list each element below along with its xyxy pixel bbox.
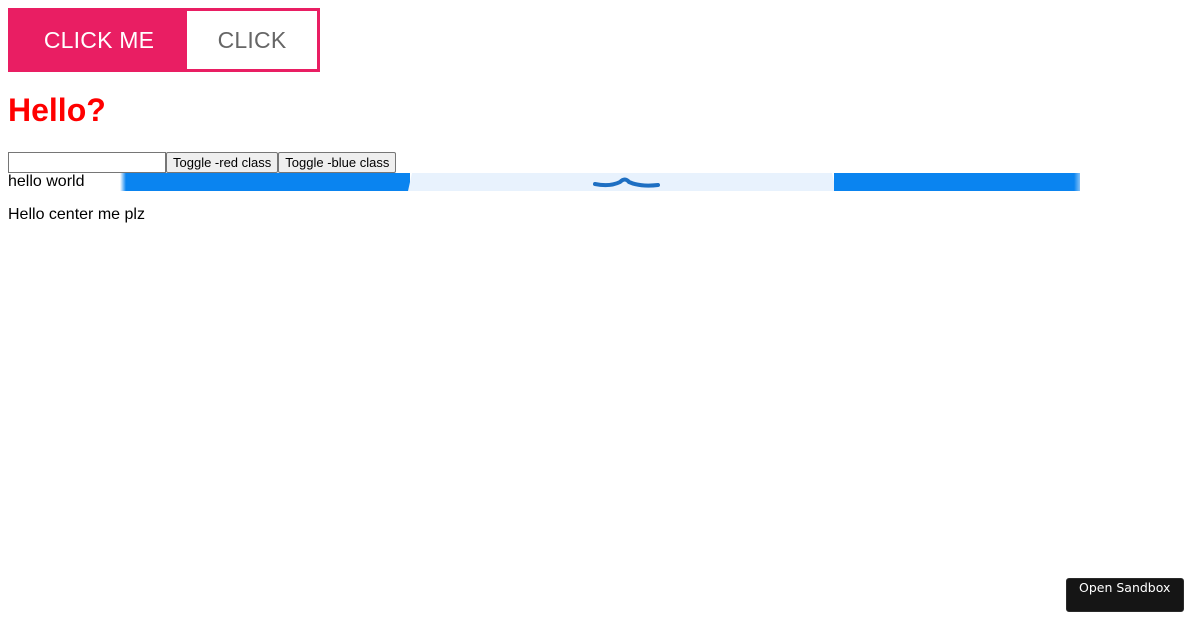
page-heading: Hello? — [8, 92, 106, 128]
button-group: CLICK ME CLICK — [8, 8, 320, 72]
open-sandbox-button[interactable]: Open Sandbox — [1066, 578, 1184, 612]
text-input[interactable] — [8, 152, 166, 173]
center-text: Hello center me plz — [8, 206, 145, 223]
banner-graphic — [120, 173, 1086, 191]
toggle-blue-class-button[interactable]: Toggle -blue class — [278, 152, 397, 173]
banner-blue-left — [120, 173, 410, 191]
controls-row: Toggle -red class Toggle -blue class — [8, 152, 397, 173]
banner-blue-right — [834, 173, 1080, 191]
click-button[interactable]: CLICK — [187, 11, 317, 69]
hello-world-text: hello world — [8, 173, 85, 190]
toggle-red-class-button[interactable]: Toggle -red class — [166, 152, 279, 173]
banner-image — [120, 173, 1086, 191]
click-me-button[interactable]: CLICK ME — [11, 11, 187, 69]
